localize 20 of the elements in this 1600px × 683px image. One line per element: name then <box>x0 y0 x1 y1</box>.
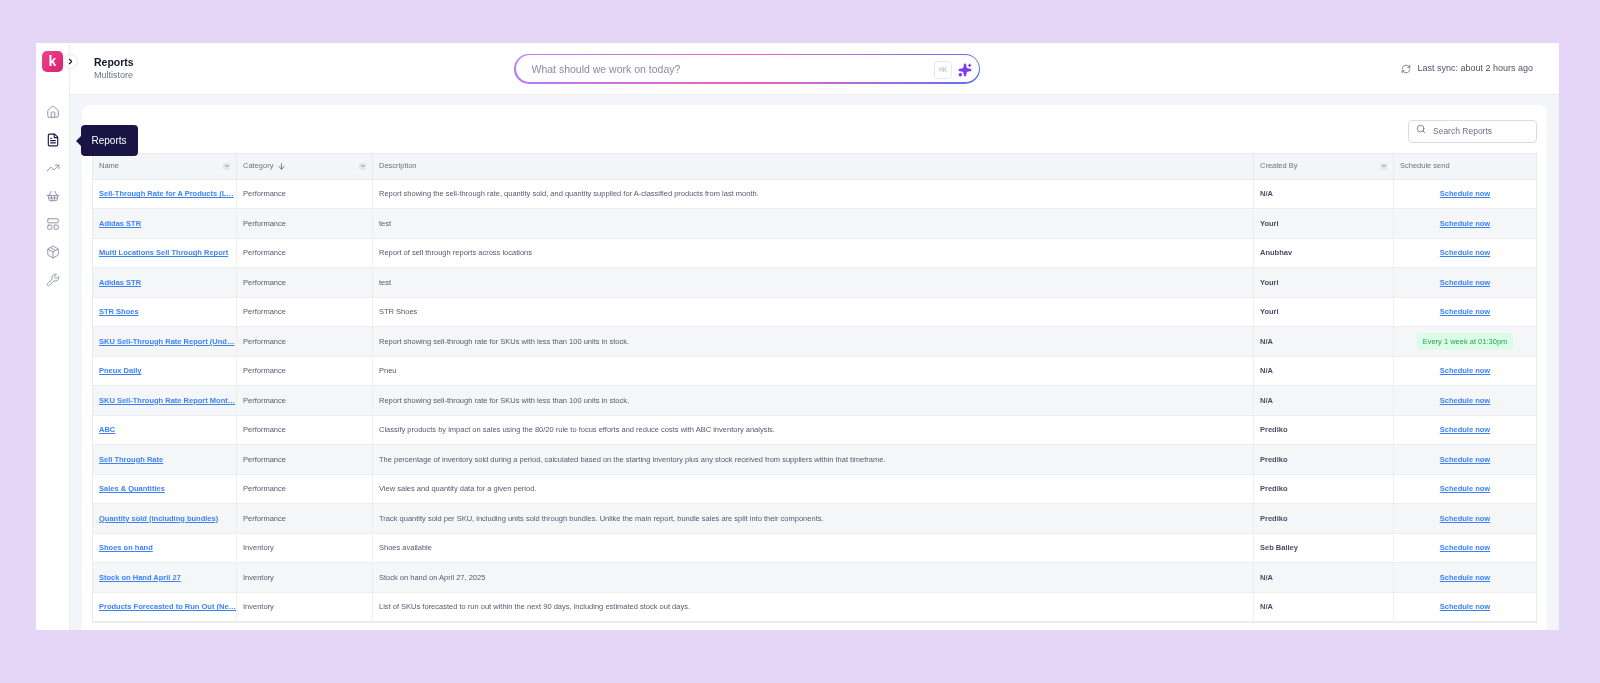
document-icon <box>45 133 60 147</box>
filter-button[interactable] <box>223 162 230 170</box>
sort-arrow-icon[interactable] <box>277 161 287 171</box>
filter-button[interactable] <box>359 162 366 170</box>
chevron-right-icon <box>66 57 75 66</box>
last-sync-text: Last sync: about 2 hours ago <box>1417 61 1533 75</box>
basket-icon <box>45 189 60 203</box>
logo[interactable]: k <box>42 51 63 72</box>
box-icon <box>45 245 60 259</box>
wrench-icon <box>45 273 60 287</box>
search-icon <box>1416 123 1426 134</box>
search-field[interactable]: Search Reports <box>1408 119 1537 143</box>
home-icon <box>45 105 60 119</box>
page-subtitle: Multistore <box>94 69 134 81</box>
page-title: Reports <box>94 56 135 69</box>
sparkle-icon[interactable] <box>958 62 972 77</box>
filter-button[interactable] <box>1380 162 1387 170</box>
layout-icon <box>45 217 60 231</box>
tooltip: Reports <box>75 125 138 156</box>
refresh-icon[interactable] <box>1401 63 1412 74</box>
